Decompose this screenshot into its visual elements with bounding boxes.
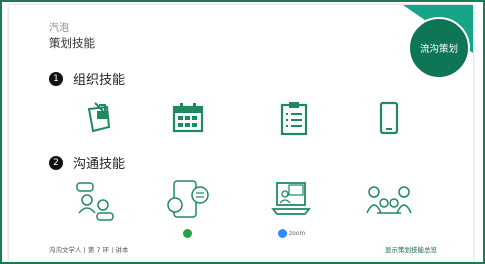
- phone-chat-icon[interactable]: [166, 179, 210, 221]
- team-meeting-icon[interactable]: [365, 183, 413, 219]
- smartphone-icon[interactable]: [379, 101, 399, 135]
- footer-left-text: 沟沟文学人 | 第 7 环 | 讲本: [49, 246, 129, 254]
- whatsapp-logo-icon: [183, 229, 192, 238]
- section-1-number: 1: [49, 71, 63, 86]
- section-2-title: 沟通技能: [73, 157, 126, 172]
- slide-title: 策划技能: [49, 36, 95, 50]
- zoom-logo-icon: [278, 229, 287, 238]
- calendar-icon[interactable]: [171, 101, 205, 135]
- badge-button[interactable]: 流沟策划: [408, 17, 470, 79]
- window-frame: 汽泡 策划技能 流沟策划 1 组织技能 2 沟通技能 zoom 沟沟文学人 | …: [0, 0, 485, 264]
- chat-people-icon[interactable]: [75, 181, 115, 221]
- section-1-header: 1 组织技能: [49, 69, 125, 88]
- zoom-label: zoom: [289, 230, 306, 237]
- sticky-note-icon[interactable]: [81, 101, 115, 135]
- section-2-header: 2 沟通技能: [49, 153, 125, 172]
- clipboard-checklist-icon[interactable]: [279, 100, 309, 136]
- slide-supertitle: 汽泡: [49, 23, 69, 34]
- slide: 汽泡 策划技能 流沟策划 1 组织技能 2 沟通技能 zoom 沟沟文学人 | …: [9, 5, 473, 262]
- footer-link[interactable]: 显示策划技能总览: [385, 244, 437, 254]
- section-1-title: 组织技能: [73, 73, 126, 88]
- section-2-number: 2: [49, 155, 63, 170]
- video-call-laptop-icon[interactable]: [271, 181, 311, 217]
